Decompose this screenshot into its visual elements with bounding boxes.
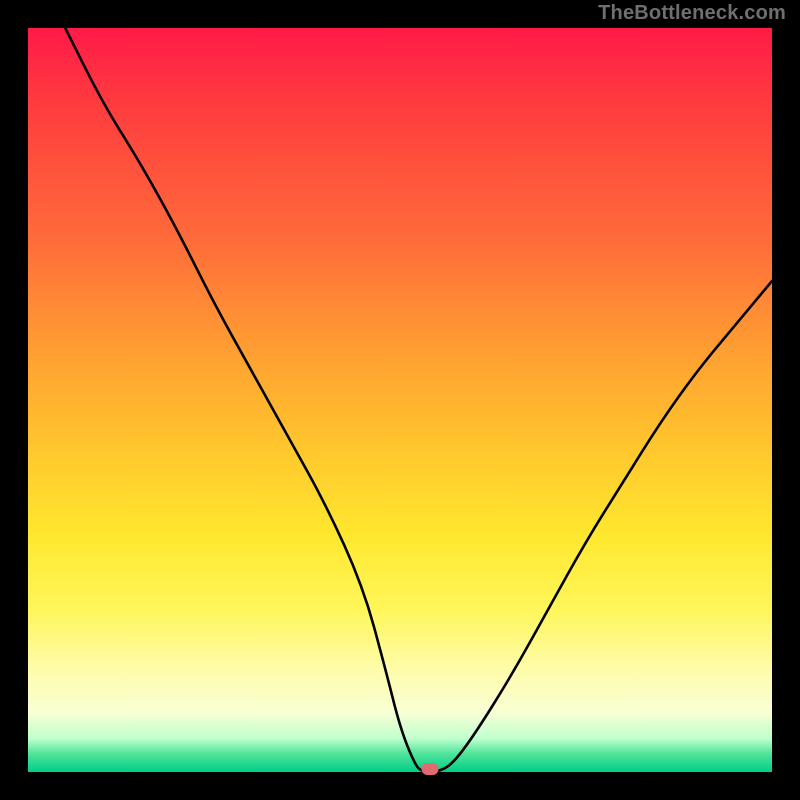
curve-path	[65, 28, 772, 772]
plot-area	[28, 28, 772, 772]
watermark-text: TheBottleneck.com	[598, 2, 786, 25]
chart-frame: TheBottleneck.com	[0, 0, 800, 800]
bottleneck-curve	[28, 28, 772, 772]
optimal-point-marker	[421, 763, 438, 775]
